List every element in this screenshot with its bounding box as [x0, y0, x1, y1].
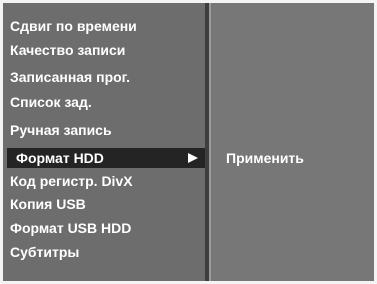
menu-item-recorded-programs[interactable]: Записанная прог.	[10, 67, 130, 87]
menu-item-task-list[interactable]: Список зад.	[10, 92, 92, 112]
main-menu: Сдвиг по времени Качество записи Записан…	[0, 0, 205, 284]
menu-item-label: Сдвиг по времени	[10, 18, 137, 34]
menu-item-label: Записанная прог.	[10, 69, 130, 85]
menu-item-label: Код регистр. DivX	[10, 173, 133, 189]
menu-item-subtitles[interactable]: Субтитры	[10, 242, 79, 262]
menu-item-format-hdd[interactable]: Формат HDD	[7, 148, 205, 168]
submenu-item-label: Применить	[226, 150, 304, 166]
menu-item-label: Субтитры	[10, 244, 80, 260]
submenu-panel	[211, 3, 374, 281]
menu-item-label: Копия USB	[10, 196, 86, 212]
menu-item-usb-copy[interactable]: Копия USB	[10, 194, 86, 214]
menu-item-manual-record[interactable]: Ручная запись	[10, 120, 112, 140]
menu-item-label: Формат HDD	[16, 150, 104, 166]
menu-item-label: Список зад.	[10, 94, 92, 110]
menu-item-time-shift[interactable]: Сдвиг по времени	[10, 16, 137, 36]
menu-item-label: Ручная запись	[10, 122, 112, 138]
submenu-item-apply[interactable]: Применить	[226, 148, 304, 168]
menu-item-divx-registration[interactable]: Код регистр. DivX	[10, 171, 133, 191]
recording-menu-osd: Сдвиг по времени Качество записи Записан…	[0, 0, 377, 284]
menu-item-label: Формат USB HDD	[10, 220, 132, 236]
menu-item-label: Качество записи	[10, 42, 126, 58]
arrow-right-icon	[188, 153, 198, 163]
menu-item-format-usb-hdd[interactable]: Формат USB HDD	[10, 218, 131, 238]
menu-item-record-quality[interactable]: Качество записи	[10, 40, 125, 60]
